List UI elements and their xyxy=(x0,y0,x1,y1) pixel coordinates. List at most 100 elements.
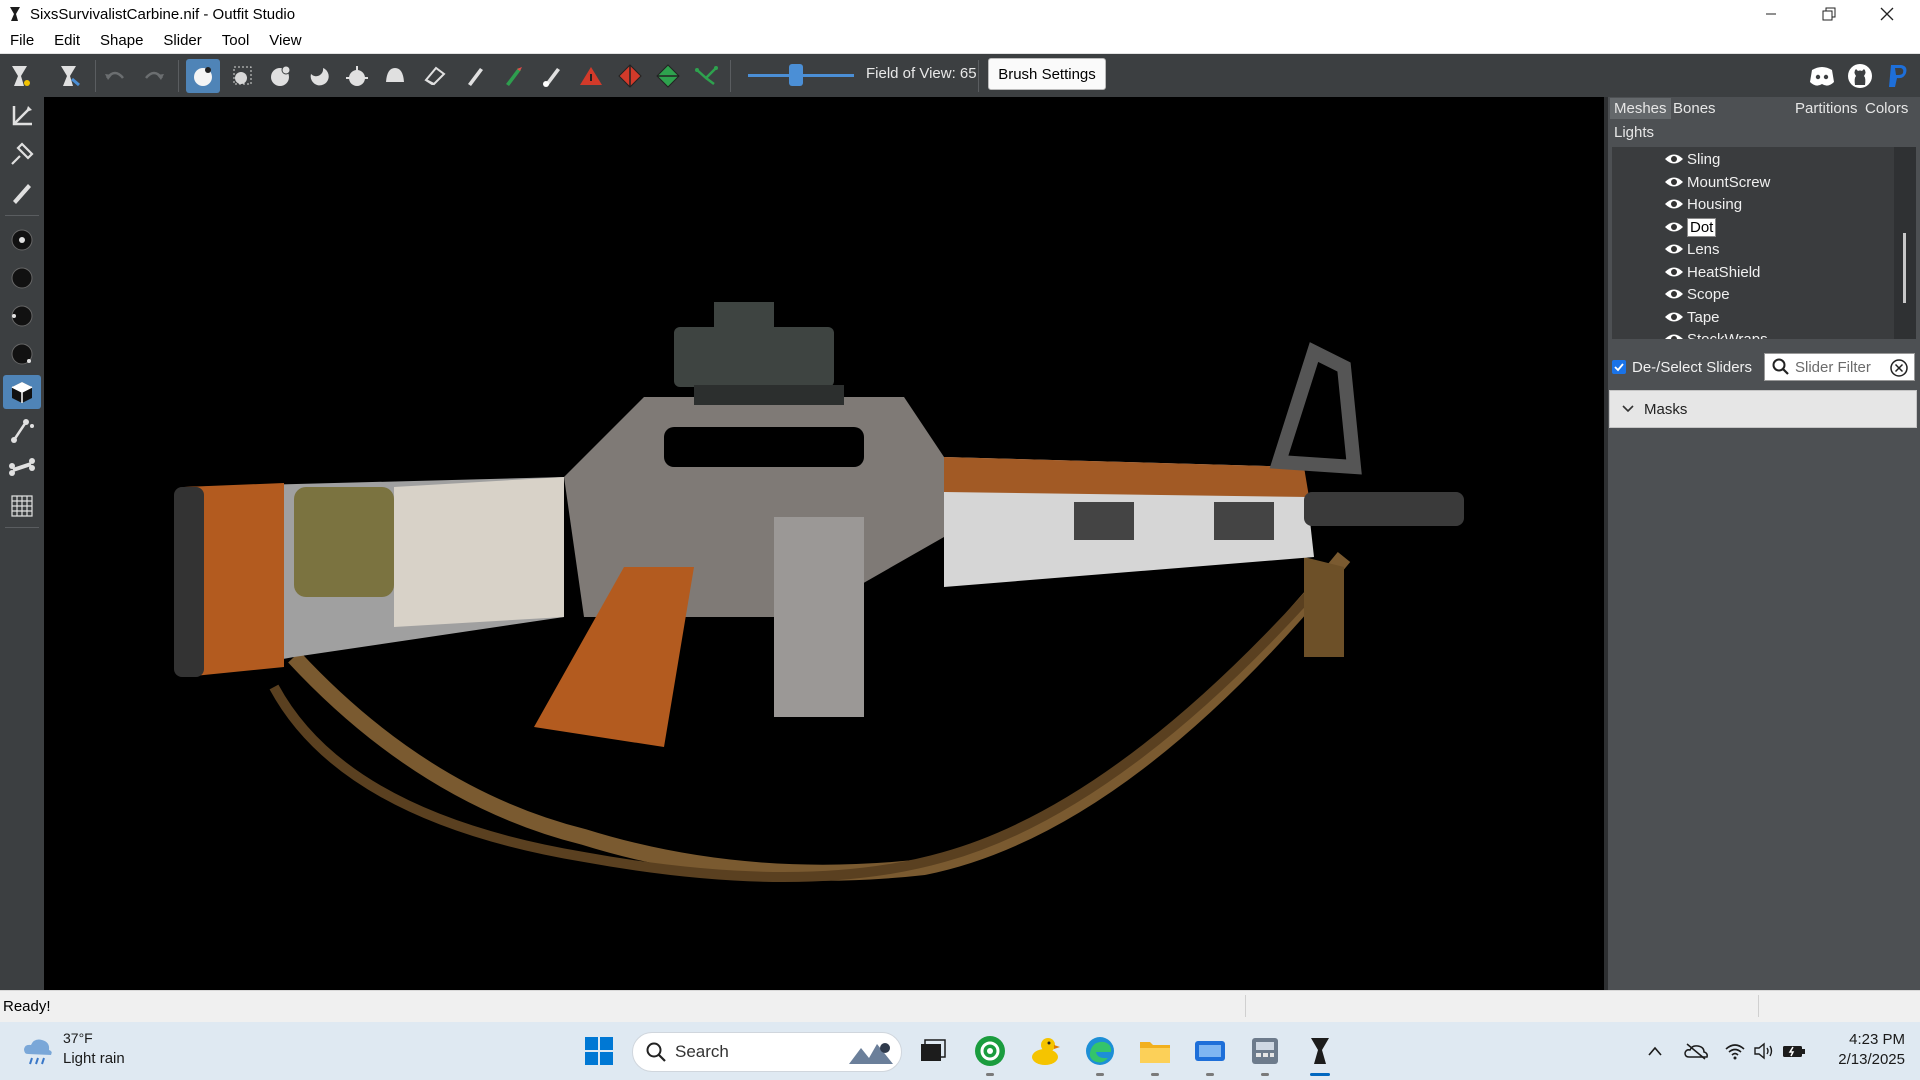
visibility-eye-icon[interactable] xyxy=(1664,265,1684,279)
tray-battery[interactable] xyxy=(1782,1040,1806,1062)
weather-description[interactable]: Light rain xyxy=(63,1050,125,1067)
deflate-brush-button[interactable] xyxy=(302,59,336,93)
menu-edit[interactable]: Edit xyxy=(44,28,90,54)
collapse-vertex-button[interactable] xyxy=(574,59,608,93)
mesh-item-lens[interactable]: Lens xyxy=(1664,238,1720,260)
clock-date: 2/13/2025 xyxy=(1838,1051,1905,1068)
taskbar-app-duck[interactable] xyxy=(1028,1034,1062,1068)
visibility-eye-icon[interactable] xyxy=(1664,152,1684,166)
tray-overflow-button[interactable] xyxy=(1643,1040,1667,1062)
github-button[interactable] xyxy=(1843,59,1877,93)
mesh-item-heatshield[interactable]: HeatShield xyxy=(1664,261,1760,283)
visibility-eye-icon[interactable] xyxy=(1664,287,1684,301)
menu-shape[interactable]: Shape xyxy=(90,28,153,54)
tray-onedrive[interactable] xyxy=(1684,1040,1708,1062)
cube-view-button[interactable] xyxy=(3,375,41,409)
restore-button[interactable] xyxy=(1800,0,1858,28)
app-logo-button[interactable] xyxy=(3,59,37,93)
grid-tool-button[interactable] xyxy=(3,489,41,523)
discord-button[interactable] xyxy=(1805,59,1839,93)
split-edge-button[interactable] xyxy=(651,59,685,93)
mesh-item-housing[interactable]: Housing xyxy=(1664,193,1742,215)
color-brush-button[interactable] xyxy=(496,59,530,93)
brush-settings-button[interactable]: Brush Settings xyxy=(988,58,1106,90)
brush-size-small-button[interactable] xyxy=(3,261,41,295)
flip-edge-button[interactable] xyxy=(613,59,647,93)
redo-button[interactable] xyxy=(137,59,171,93)
weather-temperature[interactable]: 37°F xyxy=(63,1030,93,1046)
taskbar-task-view[interactable] xyxy=(915,1034,949,1068)
mesh-item-label: Sling xyxy=(1687,150,1721,168)
tab-lights[interactable]: Lights xyxy=(1610,122,1658,143)
alpha-brush-button[interactable] xyxy=(535,59,569,93)
task-view-icon xyxy=(921,1039,946,1061)
undo-button[interactable] xyxy=(98,59,132,93)
app-logo-icon xyxy=(12,66,30,86)
taskbar-outfit-studio[interactable] xyxy=(1303,1034,1337,1068)
transform-tool-button[interactable] xyxy=(3,99,41,133)
tab-colors[interactable]: Colors xyxy=(1861,98,1912,119)
select-brush-button[interactable] xyxy=(186,59,220,93)
start-button[interactable] xyxy=(582,1034,616,1068)
taskbar-search[interactable]: Search xyxy=(632,1032,902,1072)
mesh-list-scrollbar[interactable] xyxy=(1894,147,1916,339)
mesh-item-tape[interactable]: Tape xyxy=(1664,306,1720,328)
eraser-button[interactable] xyxy=(418,59,452,93)
mesh-list[interactable]: Sling MountScrew Housing Dot Lens HeatSh… xyxy=(1612,147,1902,339)
visibility-eye-icon[interactable] xyxy=(1664,332,1684,339)
lasso-button[interactable] xyxy=(690,59,724,93)
tab-meshes[interactable]: Meshes xyxy=(1610,98,1671,119)
taskbar-app-green[interactable] xyxy=(973,1034,1007,1068)
menu-view[interactable]: View xyxy=(259,28,311,54)
brush-size-medium-button[interactable] xyxy=(3,299,41,333)
bone-transform-button[interactable] xyxy=(3,451,41,485)
tab-bones[interactable]: Bones xyxy=(1669,98,1720,119)
pen-tool-button[interactable] xyxy=(3,175,41,209)
field-of-view-label: Field of View: 65 xyxy=(866,65,977,82)
deselect-sliders-checkbox[interactable] xyxy=(1612,360,1626,374)
fov-slider-thumb[interactable] xyxy=(789,64,803,86)
taskbar-file-explorer[interactable] xyxy=(1138,1034,1172,1068)
visibility-eye-icon[interactable] xyxy=(1664,197,1684,211)
mesh-item-dot[interactable]: Dot xyxy=(1664,216,1717,238)
smooth-brush-button[interactable] xyxy=(378,59,412,93)
brush-size-large-button[interactable] xyxy=(3,337,41,371)
clear-filter-icon[interactable] xyxy=(1889,358,1909,378)
scrollbar-thumb[interactable] xyxy=(1903,233,1906,303)
taskbar-edge[interactable] xyxy=(1083,1034,1117,1068)
minimize-button[interactable] xyxy=(1742,0,1800,28)
tab-partitions[interactable]: Partitions xyxy=(1791,98,1862,119)
masks-section-header[interactable]: Masks xyxy=(1609,390,1917,428)
move-brush-button[interactable] xyxy=(340,59,374,93)
visibility-eye-icon[interactable] xyxy=(1664,242,1684,256)
weather-rain-icon[interactable] xyxy=(20,1034,56,1070)
menu-tool[interactable]: Tool xyxy=(212,28,260,54)
taskbar-app-blue[interactable] xyxy=(1193,1034,1227,1068)
menu-file[interactable]: File xyxy=(0,28,44,54)
3d-viewport[interactable] xyxy=(44,97,1604,990)
paypal-button[interactable] xyxy=(1881,59,1915,93)
mesh-item-stockwraps[interactable]: StockWraps xyxy=(1664,328,1768,339)
vertex-select-button[interactable] xyxy=(3,223,41,257)
taskbar-clock[interactable]: 4:23 PM 2/13/2025 xyxy=(1820,1030,1905,1070)
visibility-eye-icon[interactable] xyxy=(1664,310,1684,324)
mask-brush-button[interactable] xyxy=(226,59,260,93)
taskbar-app-calculator[interactable] xyxy=(1248,1034,1282,1068)
mesh-item-label: Dot xyxy=(1687,217,1717,237)
tray-wifi[interactable] xyxy=(1723,1040,1747,1062)
mesh-item-scope[interactable]: Scope xyxy=(1664,283,1730,305)
bone-tool-button[interactable] xyxy=(3,413,41,447)
app-logo-alt-button[interactable] xyxy=(52,59,86,93)
tray-volume[interactable] xyxy=(1752,1040,1776,1062)
pivot-tool-button[interactable] xyxy=(3,137,41,171)
visibility-eye-icon[interactable] xyxy=(1664,220,1684,234)
menu-slider[interactable]: Slider xyxy=(153,28,211,54)
slider-filter-input[interactable]: Slider Filter xyxy=(1764,353,1915,381)
mesh-item-sling[interactable]: Sling xyxy=(1664,148,1720,170)
weight-brush-button[interactable] xyxy=(458,59,492,93)
close-button[interactable] xyxy=(1858,0,1916,28)
visibility-eye-icon[interactable] xyxy=(1664,175,1684,189)
outfit-studio-icon xyxy=(10,7,20,21)
inflate-brush-button[interactable] xyxy=(264,59,298,93)
mesh-item-mountscrew[interactable]: MountScrew xyxy=(1664,171,1770,193)
